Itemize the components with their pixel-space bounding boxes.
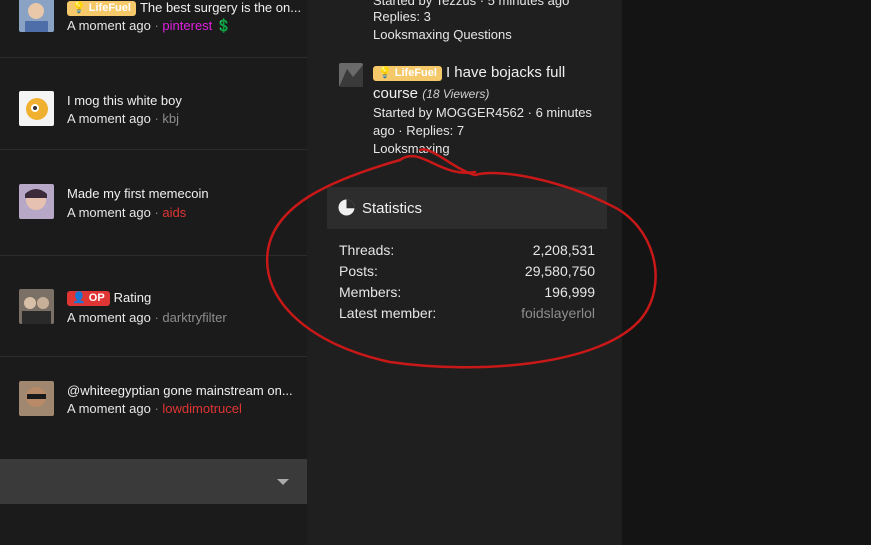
dropdown-toggle[interactable] [0,459,307,504]
thread-started-line: Started by Tezzus · 5 minutes ago [373,0,570,8]
avatar[interactable] [19,289,54,324]
thread-time: A moment ago [67,111,151,126]
thread-meta: A moment ago · pinterest 💲 [67,18,232,34]
right-gutter [622,0,871,545]
thread-title[interactable]: 💡 LifeFuel I have bojacks full course (18… [373,62,593,105]
list-item[interactable]: @whiteegyptian gone mainstream on... A m… [0,357,307,457]
thread-title[interactable]: Made my first memecoin [67,186,303,201]
thread-author-link[interactable]: aids [162,205,186,220]
stat-label: Posts: [339,263,378,279]
thread-author-link[interactable]: lowdimotrucel [162,401,241,416]
stat-label: Threads: [339,242,395,258]
list-item[interactable]: 💡 LifeFuel The best surgery is the on... … [0,0,307,58]
separator: · [154,205,159,220]
stat-row-latest-member: Latest member: foidslayerlol [339,305,595,321]
separator: · [154,401,159,416]
stat-value: 2,208,531 [532,242,595,258]
thread-time: A moment ago [67,310,151,325]
separator: · [154,310,159,325]
dollar-icon: 💲 [215,18,233,33]
separator: · [154,18,159,33]
thread-replies: ago · Replies: 7 [373,123,465,138]
statistics-title: Statistics [362,200,423,217]
thread-author-link[interactable]: darktryfilter [162,310,226,325]
thread-title-text[interactable]: Rating [114,290,152,305]
lifefuel-badge: 💡 LifeFuel [373,66,442,81]
stat-value: 29,580,750 [524,263,595,279]
stat-label: Members: [339,284,402,300]
list-item[interactable]: I mog this white boy A moment ago · kbj [0,57,307,150]
thread-meta: A moment ago · kbj [67,111,179,126]
list-item[interactable]: Made my first memecoin A moment ago · ai… [0,150,307,256]
stat-value: 196,999 [544,284,595,300]
viewer-count: (18 Viewers) [422,87,490,101]
thread-title[interactable]: @whiteegyptian gone mainstream on... [67,383,303,398]
thread-title[interactable]: 💡 LifeFuel The best surgery is the on... [67,0,303,16]
thread-list-panel: 💡 LifeFuel The best surgery is the on... … [0,0,307,545]
thread-title-text[interactable]: The best surgery is the on... [140,0,301,15]
chevron-down-icon[interactable] [277,479,289,485]
pie-chart-icon [338,199,355,216]
stat-row-threads: Threads: 2,208,531 [339,242,595,258]
separator: · [154,111,159,126]
avatar[interactable] [19,184,54,219]
latest-member-link[interactable]: foidslayerlol [521,305,595,321]
avatar[interactable] [19,381,54,416]
stat-row-posts: Posts: 29,580,750 [339,263,595,279]
thread-title[interactable]: 👤 OP Rating [67,290,303,306]
list-item[interactable]: 👤 OP Rating A moment ago · darktryfilter [0,256,307,357]
stat-label: Latest member: [339,305,437,321]
thread-title[interactable]: I mog this white boy [67,93,303,108]
forum-link[interactable]: Looksmaxing Questions [373,27,512,42]
thread-meta: A moment ago · lowdimotrucel [67,401,242,416]
avatar[interactable] [339,63,363,87]
avatar[interactable] [19,0,54,32]
thread-meta: A moment ago · aids [67,205,186,220]
thread-replies: Replies: 3 [373,9,431,24]
op-badge: 👤 OP [67,291,110,306]
thread-time: A moment ago [67,401,151,416]
stat-row-members: Members: 196,999 [339,284,595,300]
thread-time: A moment ago [67,18,151,33]
thread-time: A moment ago [67,205,151,220]
thread-author-link[interactable]: kbj [162,111,179,126]
avatar[interactable] [19,91,54,126]
thread-meta: A moment ago · darktryfilter [67,310,227,325]
forum-link[interactable]: Looksmaxing [373,141,450,156]
statistics-header: Statistics [327,187,607,229]
lifefuel-badge: 💡 LifeFuel [67,1,136,16]
thread-started-line: Started by MOGGER4562 · 6 minutes [373,105,592,120]
thread-author-link[interactable]: pinterest [162,18,212,33]
